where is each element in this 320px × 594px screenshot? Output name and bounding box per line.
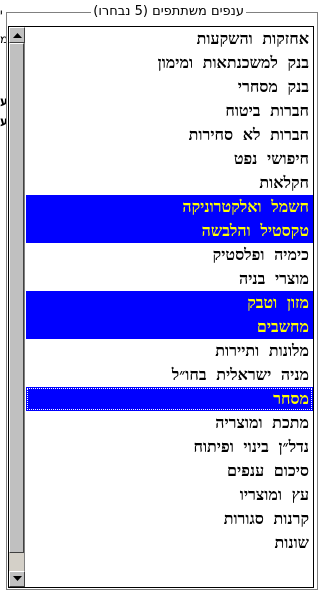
list-item[interactable]: כימיה ופלסטיק [26,243,313,267]
scroll-up-button[interactable] [9,27,25,43]
list-item[interactable]: מלונות ותיירות [26,339,313,363]
list-item[interactable]: מסחר [26,387,313,411]
list-item[interactable]: מזון וטבק [26,291,313,315]
list-item[interactable]: מניה ישראלית בחו״ל [26,363,313,387]
list-item[interactable]: בנק למשכנתאות ומימון [26,51,313,75]
vertical-scrollbar[interactable] [9,27,25,587]
list-item[interactable]: סיכום ענפים [26,459,313,483]
list-item[interactable]: חיפושי נפט [26,147,313,171]
list-item[interactable]: חברות לא סחירות [26,123,313,147]
sectors-listbox[interactable]: אחזקות והשקעות בנק למשכנתאות ומימון בנק מס… [8,26,314,588]
list-item[interactable]: עץ ומוצריו [26,483,313,507]
groupbox-title: ענפים משתתפים (5 נבחרו) [91,4,246,20]
scrollbar-thumb[interactable] [9,43,24,553]
scroll-down-button[interactable] [9,571,25,587]
sector-list: אחזקות והשקעות בנק למשכנתאות ומימון בנק מס… [26,27,313,555]
triangle-up-icon [13,33,22,38]
triangle-down-icon [13,576,22,581]
list-item[interactable]: חברות ביטוח [26,99,313,123]
list-item[interactable]: בנק מסחרי [26,75,313,99]
list-item[interactable]: קרנות סגורות [26,507,313,531]
list-item[interactable]: מוצרי בניה [26,267,313,291]
list-item[interactable]: אחזקות והשקעות [26,27,313,51]
list-item[interactable]: מתכת ומוצריה [26,411,313,435]
list-item[interactable]: חקלאות [26,171,313,195]
list-item[interactable]: חשמל ואלקטרוניקה [26,195,313,219]
list-item[interactable]: טקסטיל והלבשה [26,219,313,243]
list-item[interactable]: נדל״ן בינוי ופיתוח [26,435,313,459]
list-item[interactable]: מחשבים [26,315,313,339]
list-item[interactable]: שונות [26,531,313,555]
